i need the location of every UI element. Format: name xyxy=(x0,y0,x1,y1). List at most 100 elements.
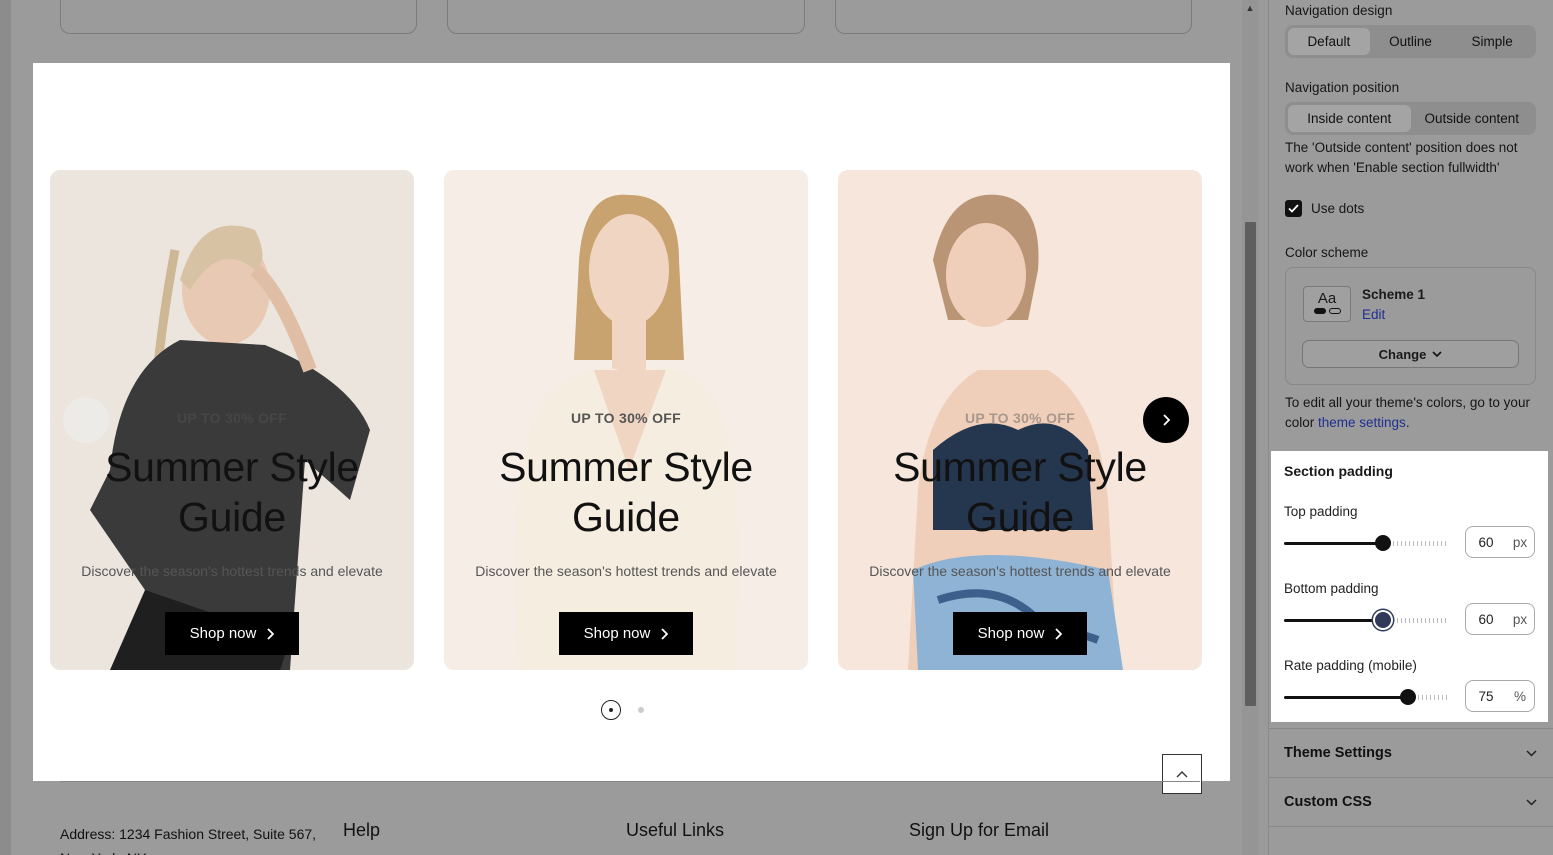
scroll-up-arrow-icon[interactable]: ▲ xyxy=(1244,3,1256,13)
change-scheme-button[interactable]: Change xyxy=(1302,340,1519,368)
chevron-up-icon xyxy=(1176,771,1188,778)
top-card xyxy=(835,0,1192,34)
previous-slide-button[interactable] xyxy=(63,397,109,443)
accordion-label: Theme Settings xyxy=(1284,745,1392,761)
option-default[interactable]: Default xyxy=(1288,28,1370,55)
slide-heading-line: Summer Style xyxy=(499,444,753,490)
slide-heading-line: Guide xyxy=(572,494,680,540)
navigation-design-toggle: Default Outline Simple xyxy=(1285,25,1536,58)
theme-preview: UP TO 30% OFF Summer Style Guide Discove… xyxy=(0,0,1242,855)
slide-heading-line: Guide xyxy=(178,494,286,540)
option-simple[interactable]: Simple xyxy=(1451,28,1533,55)
slide-description: Discover the season's hottest trends and… xyxy=(869,563,1171,579)
footer-heading-signup: Sign Up for Email xyxy=(909,820,1050,840)
accordion-custom-css[interactable]: Custom CSS xyxy=(1268,777,1553,826)
position-note: The 'Outside content' position does not … xyxy=(1285,140,1518,175)
theme-colors-note: To edit all your theme's colors, go to y… xyxy=(1285,393,1540,433)
chevron-down-icon xyxy=(1526,798,1537,806)
theme-note-suffix: . xyxy=(1405,415,1410,430)
top-padding-label: Top padding xyxy=(1284,504,1358,519)
footer-heading-help: Help xyxy=(343,820,381,840)
mobile-padding-slider[interactable] xyxy=(1284,687,1449,707)
pagination-dot[interactable] xyxy=(638,707,644,713)
input-unit: % xyxy=(1513,688,1526,704)
scheme-name: Scheme 1 xyxy=(1362,287,1426,302)
slide-heading: Summer Style Guide xyxy=(444,442,808,542)
chevron-down-icon xyxy=(1526,749,1537,757)
next-slide-button[interactable] xyxy=(1143,397,1189,443)
change-label: Change xyxy=(1378,346,1427,362)
slide-heading: Summer Style Guide xyxy=(838,442,1202,542)
slide-card[interactable]: UP TO 30% OFF Summer Style Guide Discove… xyxy=(444,170,808,670)
slide-heading: Summer Style Guide xyxy=(50,442,414,542)
mobile-padding-label: Rate padding (mobile) xyxy=(1284,658,1417,673)
theme-settings-link[interactable]: theme settings xyxy=(1318,415,1406,430)
slider-fill xyxy=(1284,542,1383,545)
slide-heading-line: Guide xyxy=(966,494,1074,540)
preview-scrollbar-thumb[interactable] xyxy=(1245,222,1256,706)
slide-eyebrow: UP TO 30% OFF xyxy=(571,410,681,426)
slider-ticks xyxy=(1418,695,1449,700)
scheme-edit-link[interactable]: Edit xyxy=(1362,307,1385,322)
shop-now-button[interactable]: Shop now xyxy=(953,612,1087,655)
slide-description: Discover the season's hottest trends and… xyxy=(475,563,777,579)
input-unit: px xyxy=(1512,611,1528,627)
slider-fill xyxy=(1284,696,1408,699)
slider-handle[interactable] xyxy=(1375,612,1391,628)
slide-heading-line: Summer Style xyxy=(893,444,1147,490)
input-value: 60 xyxy=(1478,534,1494,550)
pagination-dot-active[interactable] xyxy=(601,700,621,720)
chevron-right-icon xyxy=(661,627,669,640)
slide-description: Discover the season's hottest trends and… xyxy=(81,563,383,579)
slider-handle[interactable] xyxy=(1375,535,1391,551)
navigation-position-toggle: Inside content Outside content xyxy=(1285,102,1536,135)
section-padding-card: Section padding Top padding 60 px Bottom… xyxy=(1271,451,1548,722)
bottom-padding-input[interactable]: 60 px xyxy=(1465,603,1535,635)
settings-panel: Navigation design Default Outline Simple… xyxy=(1268,0,1553,855)
use-dots-label: Use dots xyxy=(1311,201,1365,216)
use-dots-checkbox[interactable] xyxy=(1285,200,1302,217)
slider-ticks xyxy=(1393,618,1449,623)
shop-now-button[interactable]: Shop now xyxy=(165,612,299,655)
input-value: 60 xyxy=(1478,611,1494,627)
chevron-right-icon xyxy=(267,627,275,640)
bottom-padding-label: Bottom padding xyxy=(1284,581,1379,596)
shop-now-button[interactable]: Shop now xyxy=(559,612,693,655)
input-unit: px xyxy=(1512,534,1528,550)
shop-now-label: Shop now xyxy=(977,625,1045,642)
slideshow-section: UP TO 30% OFF Summer Style Guide Discove… xyxy=(33,63,1230,794)
checkmark-icon xyxy=(1288,204,1299,213)
navigation-position-label: Navigation position xyxy=(1285,80,1400,95)
slider-handle[interactable] xyxy=(1400,689,1416,705)
chevron-right-icon xyxy=(1163,414,1171,426)
accordion-label: Custom CSS xyxy=(1284,794,1372,810)
footer-address: Address: 1234 Fashion Street, Suite 567,… xyxy=(60,826,317,855)
swatch-pill xyxy=(1328,308,1341,314)
back-to-top-button[interactable] xyxy=(1162,754,1202,794)
scheme-swatch: Aa xyxy=(1303,286,1351,322)
top-card xyxy=(447,0,805,34)
accordion-next[interactable] xyxy=(1268,826,1553,855)
option-outside-content[interactable]: Outside content xyxy=(1411,105,1534,132)
option-outline[interactable]: Outline xyxy=(1370,28,1452,55)
accordion-theme-settings[interactable]: Theme Settings xyxy=(1268,728,1553,777)
navigation-design-label: Navigation design xyxy=(1285,3,1393,18)
slider-ticks xyxy=(1393,541,1449,546)
top-padding-input[interactable]: 60 px xyxy=(1465,526,1535,558)
footer-heading-links: Useful Links xyxy=(626,820,725,840)
slide-heading-line: Summer Style xyxy=(105,444,359,490)
swatch-text: Aa xyxy=(1317,290,1337,307)
shop-now-label: Shop now xyxy=(583,625,651,642)
input-value: 75 xyxy=(1478,688,1494,704)
bottom-padding-slider[interactable] xyxy=(1284,610,1449,630)
color-scheme-label: Color scheme xyxy=(1285,245,1369,260)
section-padding-title: Section padding xyxy=(1284,463,1393,479)
swatch-pill xyxy=(1313,308,1326,314)
chevron-right-icon xyxy=(1055,627,1063,640)
footer-divider xyxy=(60,781,1200,782)
swatch-pills xyxy=(1304,308,1350,314)
chevron-down-icon xyxy=(1432,350,1442,357)
top-padding-slider[interactable] xyxy=(1284,533,1449,553)
option-inside-content[interactable]: Inside content xyxy=(1288,105,1411,132)
mobile-padding-input[interactable]: 75 % xyxy=(1465,680,1535,712)
